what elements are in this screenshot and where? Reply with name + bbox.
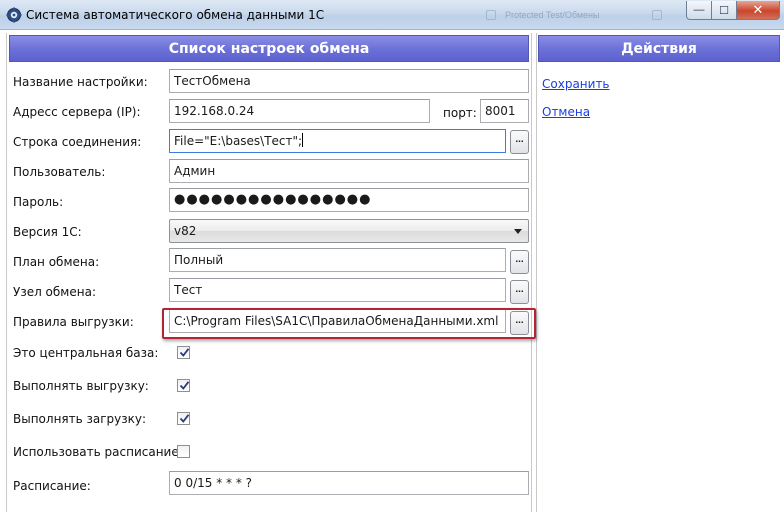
connection-browse-button[interactable]: ... — [510, 130, 529, 154]
maximize-icon: ☐ — [719, 4, 729, 17]
checkmark-icon — [179, 414, 190, 423]
export-checkbox[interactable] — [177, 379, 190, 392]
version-select[interactable]: v82 — [169, 219, 529, 243]
node-value: Тест — [174, 283, 203, 297]
background-window-icon — [486, 10, 496, 20]
connection-string-value: File="E:\bases\Тест"; — [174, 134, 303, 148]
user-value: Админ — [174, 164, 216, 178]
background-window-icon-2 — [652, 10, 662, 20]
actions-panel-header: Действия — [538, 35, 780, 62]
title-bar[interactable]: Система автоматического обмена данными 1… — [0, 0, 784, 30]
version-label: Версия 1С: — [13, 225, 82, 239]
node-input[interactable]: Тест — [169, 278, 506, 302]
password-label: Пароль: — [13, 195, 64, 209]
node-browse-button[interactable]: ... — [510, 280, 529, 304]
checkmark-icon — [179, 348, 190, 357]
chevron-down-icon — [514, 229, 522, 234]
schedule-value: 0 0/15 * * * ? — [174, 476, 253, 490]
server-ip-value: 192.168.0.24 — [174, 104, 255, 118]
cancel-link[interactable]: Отмена — [542, 105, 590, 119]
user-input[interactable]: Админ — [169, 159, 529, 183]
name-value: ТестОбмена — [174, 74, 251, 88]
minimize-icon: — — [693, 4, 705, 16]
text-caret — [302, 133, 304, 147]
rules-label: Правила выгрузки: — [13, 315, 134, 329]
rules-highlight-frame — [162, 308, 536, 339]
use-schedule-label: Использовать расписание: — [13, 445, 183, 459]
name-label: Название настройки: — [13, 75, 148, 89]
user-label: Пользователь: — [13, 165, 106, 179]
port-label: порт: — [443, 106, 477, 120]
maximize-button[interactable]: ☐ — [712, 1, 737, 20]
window-controls: — ☐ ✕ — [686, 1, 780, 21]
minimize-button[interactable]: — — [686, 1, 712, 20]
connection-label: Строка соединения: — [13, 135, 142, 149]
app-gear-icon — [6, 7, 22, 23]
window-title: Система автоматического обмена данными 1… — [26, 8, 325, 22]
schedule-input[interactable]: 0 0/15 * * * ? — [169, 471, 529, 495]
settings-panel-header: Список настроек обмена — [9, 35, 529, 62]
import-label: Выполнять загрузку: — [13, 412, 147, 426]
plan-label: План обмена: — [13, 255, 100, 269]
plan-input[interactable]: Полный — [169, 248, 506, 272]
connection-string-input[interactable]: File="E:\bases\Тест"; — [169, 129, 506, 153]
password-input[interactable]: ●●●●●●●●●●●●●●●● — [169, 188, 529, 212]
port-value: 8001 — [485, 104, 516, 118]
close-button[interactable]: ✕ — [737, 1, 780, 20]
import-checkbox[interactable] — [177, 412, 190, 425]
use-schedule-checkbox[interactable] — [177, 445, 190, 458]
version-value: v82 — [174, 224, 197, 238]
central-checkbox[interactable] — [177, 346, 190, 359]
node-label: Узел обмена: — [13, 285, 96, 299]
plan-browse-button[interactable]: ... — [510, 250, 529, 274]
schedule-label: Расписание: — [13, 479, 91, 493]
server-ip-input[interactable]: 192.168.0.24 — [169, 99, 430, 123]
central-label: Это центральная база: — [13, 346, 159, 360]
port-input[interactable]: 8001 — [480, 99, 529, 123]
password-value: ●●●●●●●●●●●●●●●● — [174, 192, 372, 207]
save-link[interactable]: Сохранить — [542, 77, 610, 91]
close-icon: ✕ — [752, 2, 764, 17]
background-window-text: Protected Test/Обмены — [505, 10, 600, 20]
export-label: Выполнять выгрузку: — [13, 379, 149, 393]
server-label: Адресс сервера (IP): — [13, 105, 141, 119]
checkmark-icon — [179, 381, 190, 390]
plan-value: Полный — [174, 253, 224, 267]
name-input[interactable]: ТестОбмена — [169, 69, 529, 93]
